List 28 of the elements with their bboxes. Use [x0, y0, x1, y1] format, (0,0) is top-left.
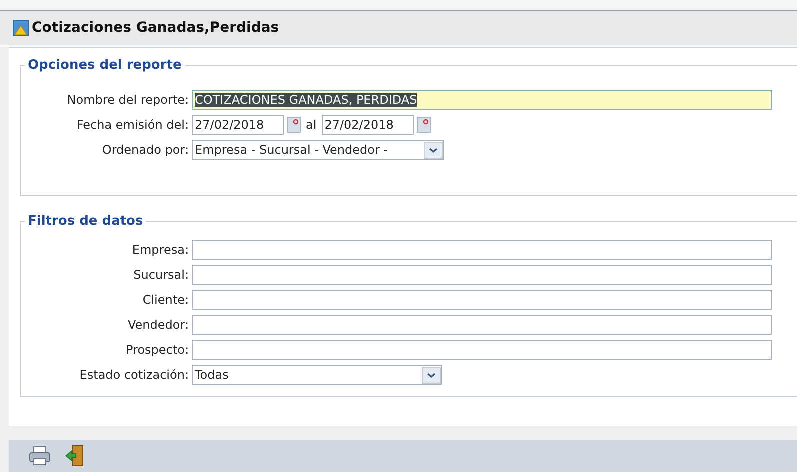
range-separator: al	[305, 118, 318, 132]
calendar-icon[interactable]	[287, 117, 301, 133]
date-field[interactable]: 27/02/2018	[192, 115, 284, 135]
input-field[interactable]	[192, 340, 772, 360]
field-label: Ordenado por:	[101, 143, 189, 157]
input-field[interactable]	[192, 315, 772, 335]
input-field[interactable]	[192, 265, 772, 285]
group-title: Filtros de datos	[27, 214, 144, 229]
printer-icon[interactable]	[29, 446, 51, 466]
field-label: Estado cotización:	[78, 368, 189, 382]
field-label: Fecha emisión del:	[76, 118, 189, 132]
field-label: Cliente:	[142, 293, 189, 307]
report-icon	[13, 20, 29, 36]
input-field[interactable]: COTIZACIONES GANADAS, PERDIDAS	[192, 90, 772, 110]
field-label: Sucursal:	[132, 268, 189, 282]
input-field[interactable]	[192, 290, 772, 310]
window-title: Cotizaciones Ganadas,Perdidas	[32, 20, 280, 36]
calendar-icon[interactable]	[416, 117, 431, 133]
group-title: Opciones del reporte	[27, 58, 183, 73]
field-label: Prospecto:	[125, 343, 189, 357]
field-label: Nombre del reporte:	[66, 93, 189, 107]
field-label: Vendedor:	[127, 318, 189, 332]
dropdown[interactable]: Todas	[192, 365, 442, 385]
exit-door-icon[interactable]	[65, 445, 85, 467]
date-field[interactable]: 27/02/2018	[322, 115, 414, 135]
input-field[interactable]	[192, 240, 772, 260]
dropdown[interactable]: Empresa - Sucursal - Vendedor -	[192, 140, 444, 160]
field-label: Empresa:	[131, 243, 189, 257]
